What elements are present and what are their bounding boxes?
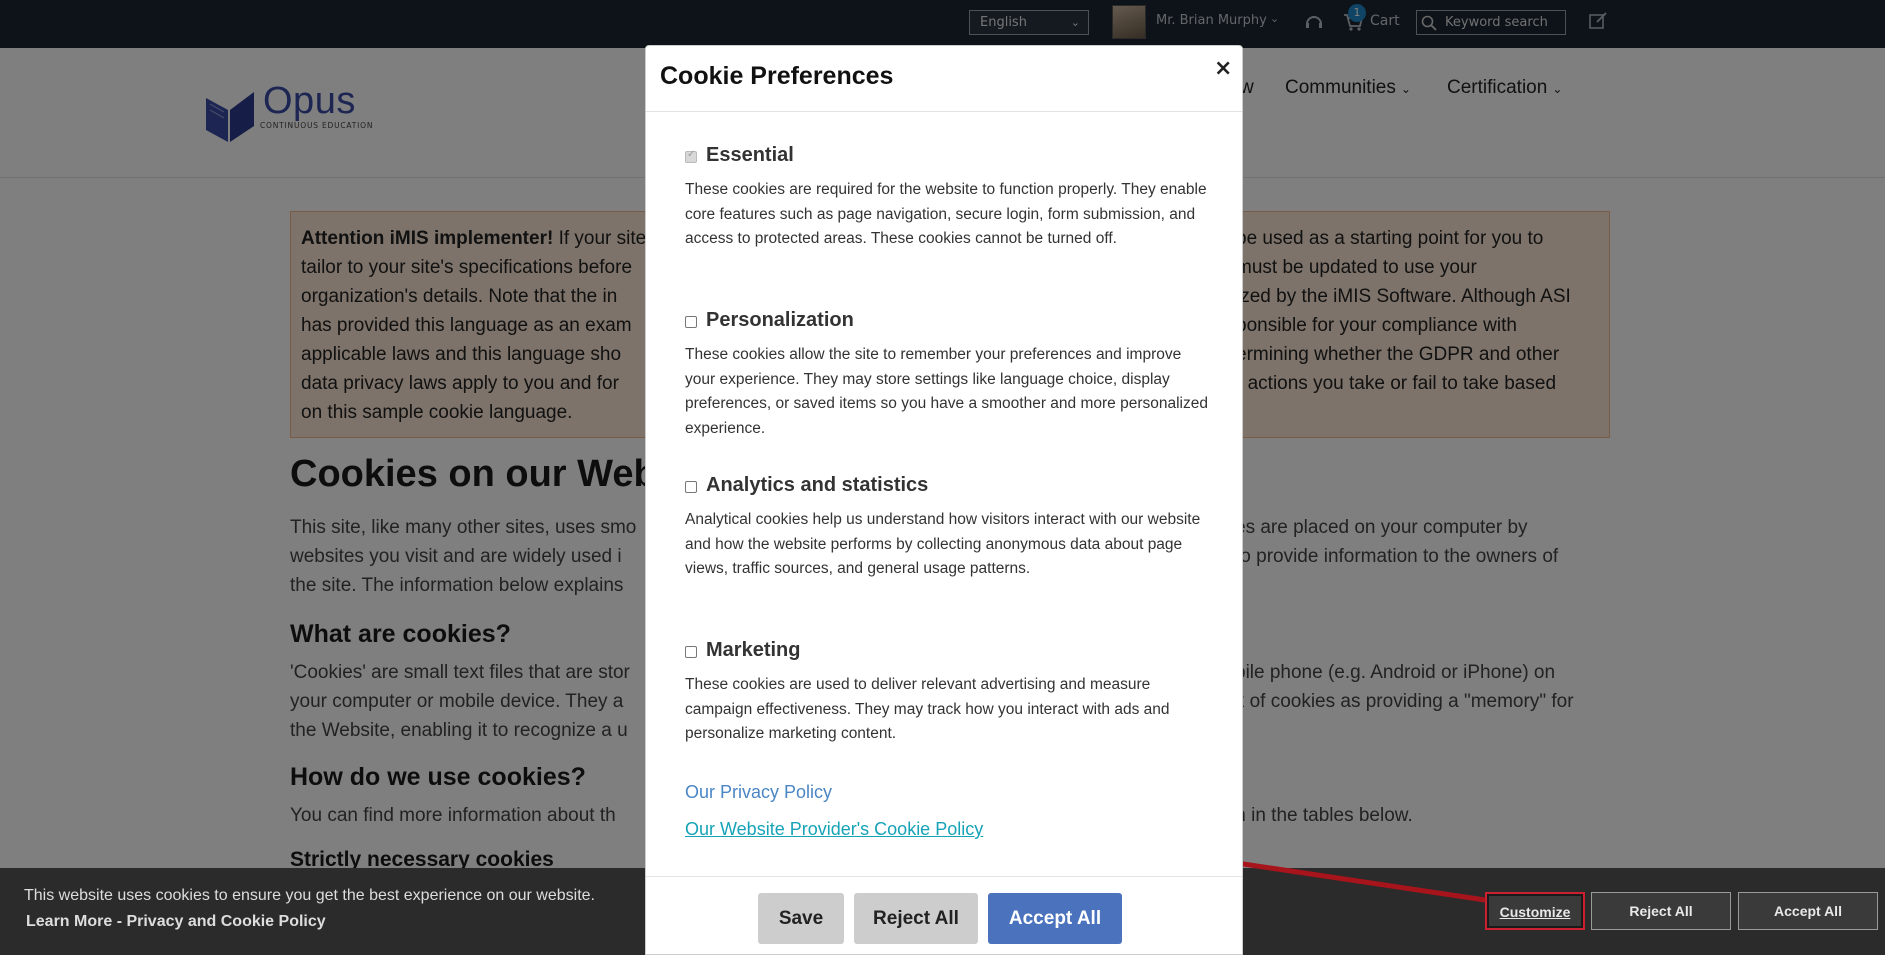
reject-all-button[interactable]: Reject All	[854, 893, 978, 944]
save-button[interactable]: Save	[758, 893, 844, 944]
section-marketing: Marketing These cookies are used to deli…	[685, 639, 1215, 747]
section-title: Essential	[706, 144, 794, 166]
accept-all-button[interactable]: Accept All	[988, 893, 1122, 944]
section-title: Marketing	[706, 639, 801, 661]
essential-checkbox	[685, 149, 697, 163]
section-analytics: Analytics and statistics Analytical cook…	[685, 474, 1215, 582]
customize-button[interactable]: Customize	[1485, 892, 1585, 930]
cookie-bar-message: This website uses cookies to ensure you …	[24, 887, 595, 904]
cookie-bar-reject-button[interactable]: Reject All	[1591, 892, 1731, 930]
divider	[646, 111, 1242, 112]
section-essential: Essential These cookies are required for…	[685, 144, 1215, 252]
modal-title: Cookie Preferences	[660, 62, 894, 90]
personalization-checkbox[interactable]	[685, 316, 697, 328]
marketing-checkbox[interactable]	[685, 646, 697, 658]
provider-cookie-policy-link[interactable]: Our Website Provider's Cookie Policy	[685, 819, 983, 840]
cookie-preferences-modal: Cookie Preferences × Essential These coo…	[645, 45, 1243, 955]
section-description: These cookies are used to deliver releva…	[685, 676, 1170, 742]
cookie-bar-accept-button[interactable]: Accept All	[1738, 892, 1878, 930]
section-title: Personalization	[706, 309, 854, 331]
section-description: Analytical cookies help us understand ho…	[685, 511, 1201, 577]
close-icon[interactable]: ×	[1214, 56, 1232, 81]
section-title: Analytics and statistics	[706, 474, 929, 496]
analytics-checkbox[interactable]	[685, 481, 697, 493]
section-description: These cookies are required for the websi…	[685, 181, 1207, 247]
divider	[646, 876, 1242, 877]
section-personalization: Personalization These cookies allow the …	[685, 309, 1215, 441]
learn-more-link[interactable]: Learn More - Privacy and Cookie Policy	[26, 913, 326, 931]
privacy-policy-link[interactable]: Our Privacy Policy	[685, 782, 832, 803]
section-description: These cookies allow the site to remember…	[685, 346, 1208, 437]
